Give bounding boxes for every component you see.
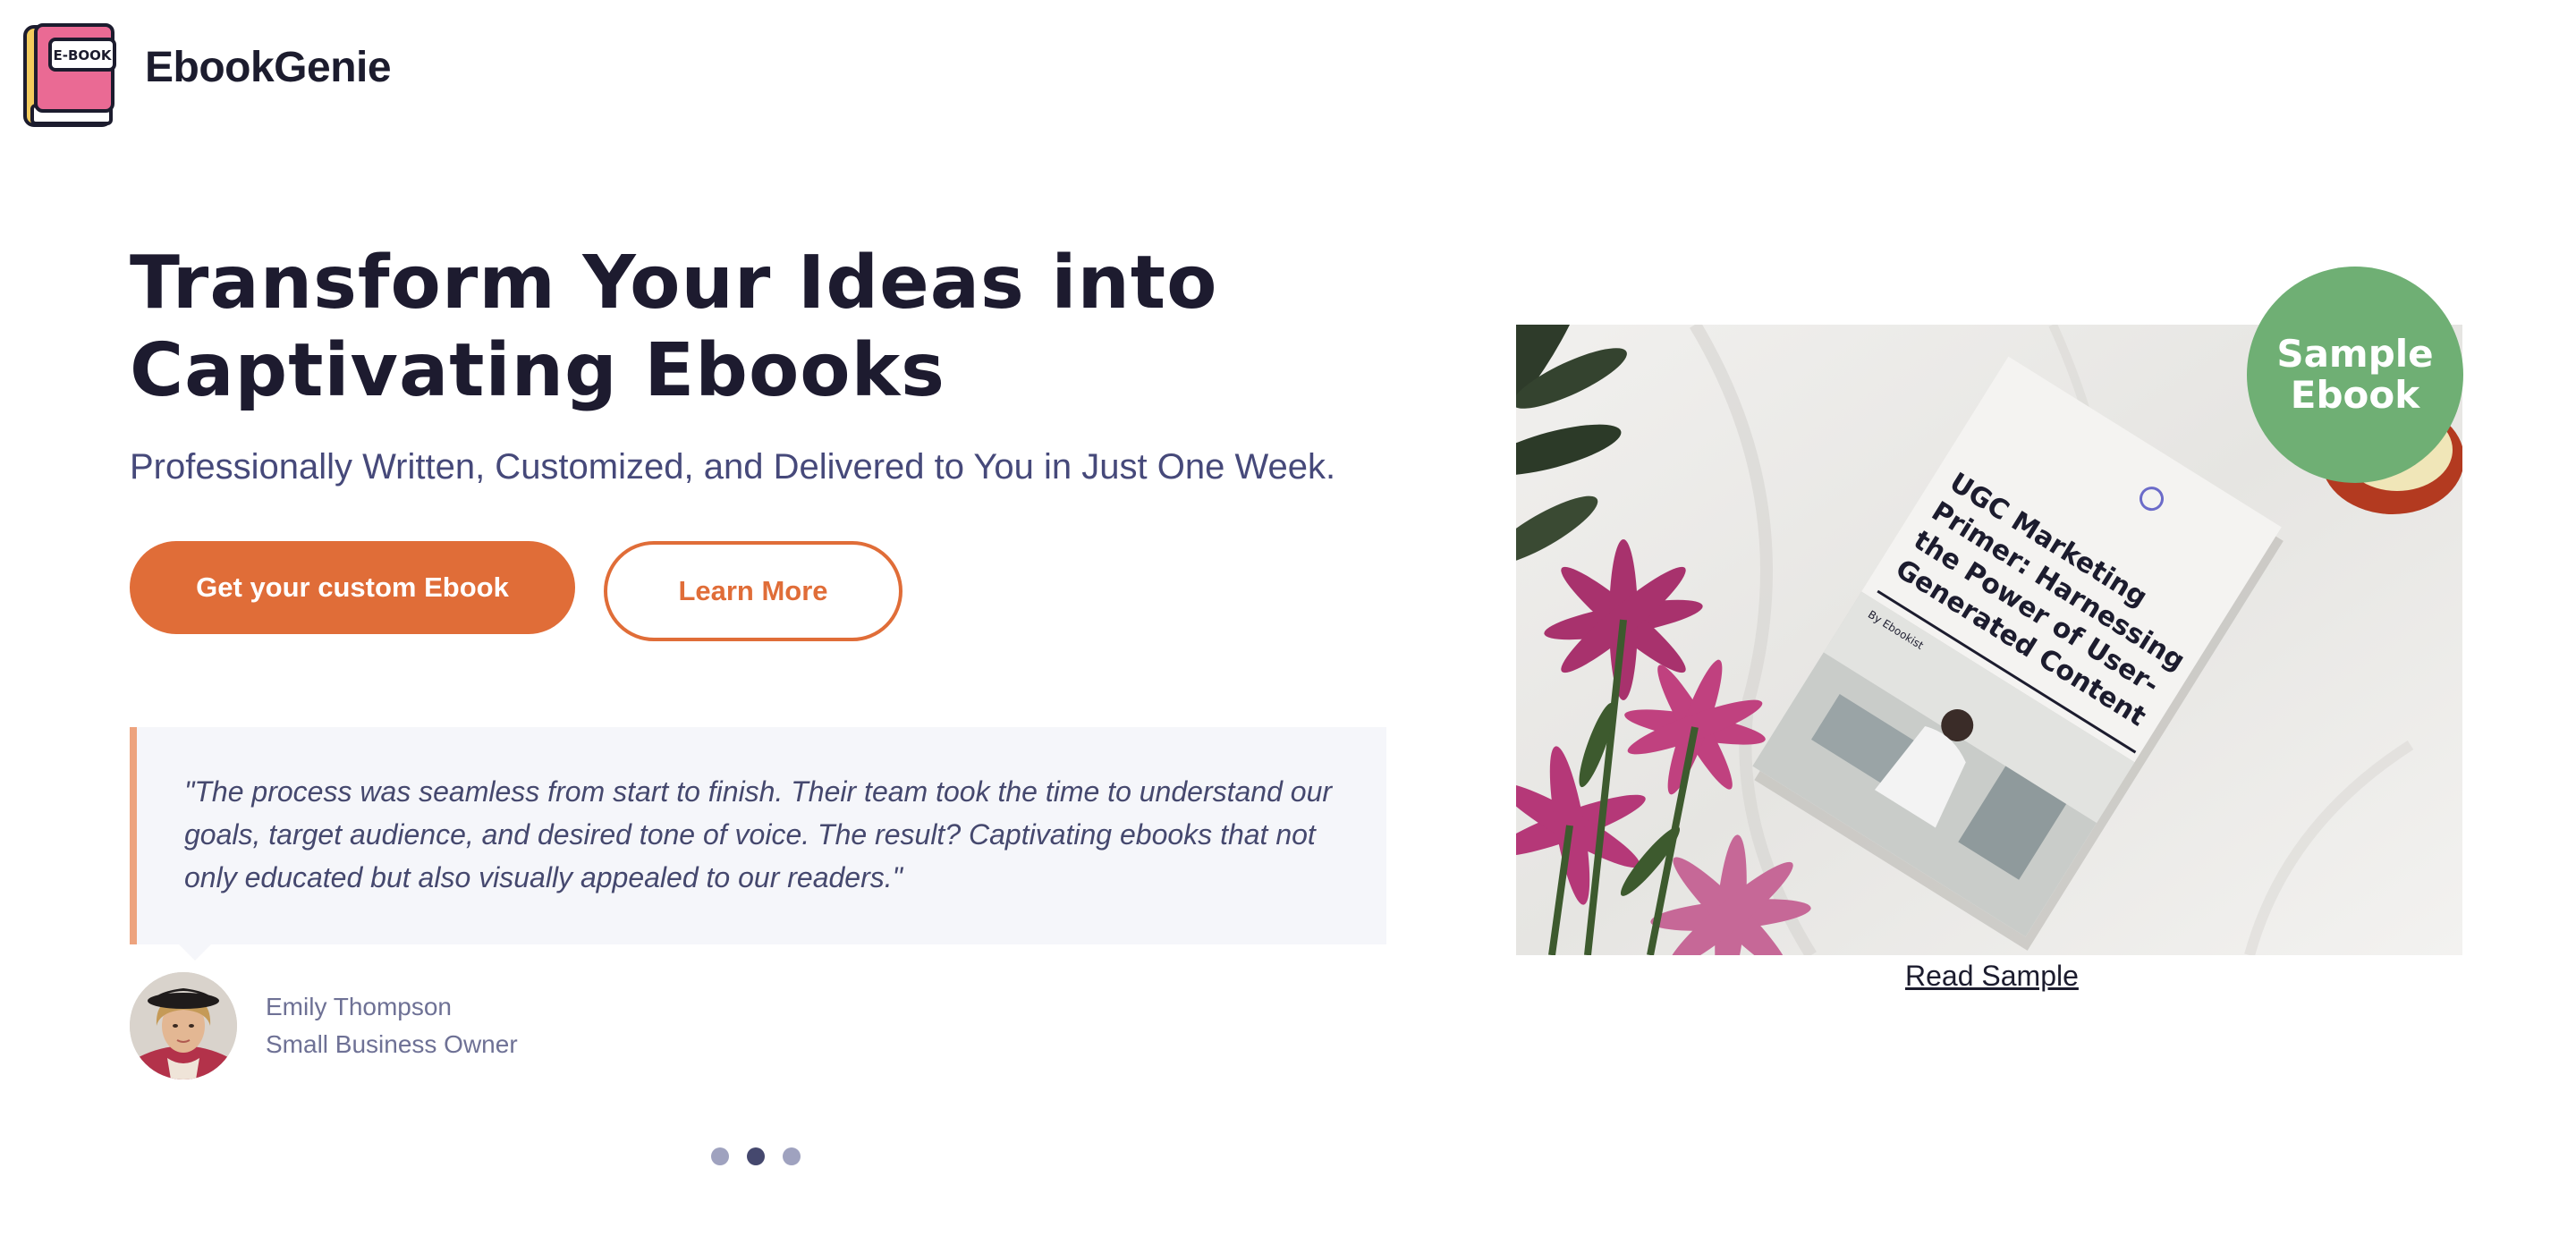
read-sample-link[interactable]: Read Sample <box>1905 960 2079 993</box>
brand-name[interactable]: EbookGenie <box>145 43 392 92</box>
sample-ebook-badge: Sample Ebook <box>2247 267 2463 483</box>
quote-pointer <box>179 944 211 961</box>
hero-title: Transform Your Ideas into Captivating Eb… <box>130 240 1382 415</box>
hero-title-line2: Captivating Ebooks <box>130 328 945 413</box>
testimonial-author-name: Emily Thompson <box>266 993 453 1020</box>
carousel-dot-1[interactable] <box>711 1147 729 1165</box>
carousel-dot-2[interactable] <box>747 1147 765 1165</box>
badge-line-2: Ebook <box>2290 373 2420 417</box>
get-custom-ebook-button[interactable]: Get your custom Ebook <box>130 541 575 634</box>
hero-title-line1: Transform Your Ideas into <box>130 241 1218 326</box>
site-header: E-BOOK EbookGenie <box>0 0 2576 134</box>
ebook-logo-icon[interactable]: E-BOOK <box>23 23 116 129</box>
testimonial-author-role: Small Business Owner <box>266 1030 518 1058</box>
hero-subtitle: Professionally Written, Customized, and … <box>130 447 1336 487</box>
logo-text: E-BOOK <box>53 47 112 63</box>
badge-line-1: Sample <box>2276 332 2434 376</box>
testimonial-quote: "The process was seamless from start to … <box>184 775 1333 893</box>
testimonial-quote-box: "The process was seamless from start to … <box>130 727 1386 944</box>
carousel-dots <box>711 1147 801 1165</box>
carousel-dot-3[interactable] <box>783 1147 801 1165</box>
learn-more-button[interactable]: Learn More <box>604 541 902 641</box>
avatar <box>130 972 237 1079</box>
